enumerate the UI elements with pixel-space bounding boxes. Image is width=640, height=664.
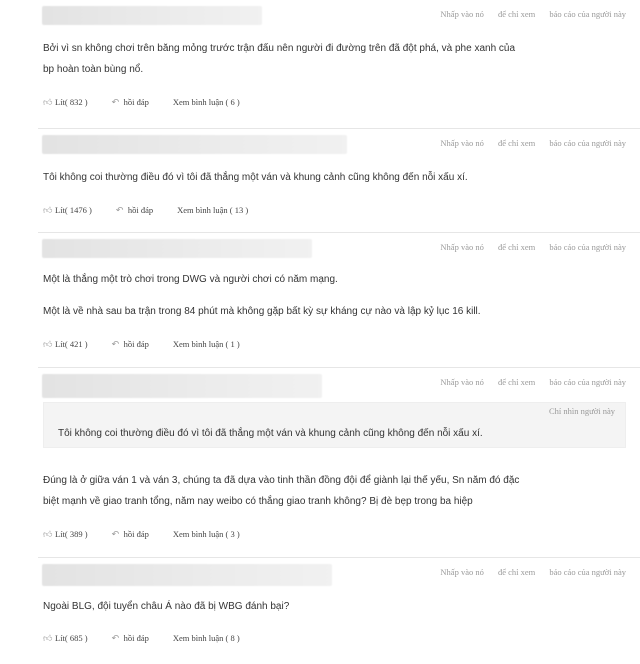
report-link[interactable]: báo cáo của người này — [549, 567, 626, 577]
reply-label: hồi đáp — [123, 339, 149, 349]
reply-button[interactable]: ↶ hồi đáp — [112, 339, 149, 349]
quote-text: Tôi không coi thường điều đó vì tôi đã t… — [58, 428, 483, 439]
reply-arrow-icon: ↶ — [111, 528, 120, 539]
comment-footer: 👍︎ Lít( 1476 ) ↶ hồi đáp Xem bình luận (… — [43, 205, 248, 215]
comment-text-line: Một là về nhà sau ba trận trong 84 phút … — [43, 306, 481, 317]
comment-text-line: Ngoài BLG, đội tuyển châu Á nào đã bị WB… — [43, 601, 290, 612]
view-comments-link[interactable]: Xem bình luận ( 6 ) — [173, 97, 240, 107]
like-button[interactable]: 👍︎ Lít( 421 ) — [43, 339, 88, 349]
click-link[interactable]: Nhấp vào nó — [440, 9, 483, 19]
comment-footer: 👍︎ Lít( 832 ) ↶ hồi đáp Xem bình luận ( … — [43, 97, 240, 107]
like-count: Lít( 832 ) — [55, 97, 88, 107]
click-link[interactable]: Nhấp vào nó — [440, 242, 483, 252]
reply-label: hồi đáp — [123, 97, 149, 107]
comment-actions: Nhấp vào nó để chỉ xem báo cáo của người… — [428, 567, 626, 577]
comment-actions: Nhấp vào nó để chỉ xem báo cáo của người… — [428, 9, 626, 19]
comment-text-line: Một là thắng một trò chơi trong DWG và n… — [43, 274, 338, 285]
like-button[interactable]: 👍︎ Lít( 1476 ) — [43, 205, 92, 215]
view-only-link[interactable]: để chỉ xem — [498, 138, 535, 148]
view-only-this-person-link[interactable]: Chỉ nhìn người này — [549, 406, 615, 416]
like-count: Lít( 389 ) — [55, 529, 88, 539]
thumb-up-icon: 👍︎ — [43, 96, 53, 107]
blurred-username — [42, 6, 262, 25]
thumb-up-icon: 👍︎ — [43, 528, 53, 539]
view-comments-link[interactable]: Xem bình luận ( 1 ) — [173, 339, 240, 349]
comment-item: Nhấp vào nó để chỉ xem báo cáo của người… — [38, 367, 640, 557]
blurred-username — [42, 239, 312, 258]
click-link[interactable]: Nhấp vào nó — [440, 377, 483, 387]
reply-button[interactable]: ↶ hồi đáp — [112, 633, 149, 643]
reply-label: hồi đáp — [123, 633, 149, 643]
report-link[interactable]: báo cáo của người này — [549, 242, 626, 252]
reply-label: hồi đáp — [127, 205, 154, 215]
like-button[interactable]: 👍︎ Lít( 832 ) — [43, 97, 88, 107]
view-only-link[interactable]: để chỉ xem — [498, 567, 535, 577]
reply-arrow-icon: ↶ — [115, 204, 124, 215]
reply-label: hồi đáp — [123, 529, 149, 539]
view-only-link[interactable]: để chỉ xem — [498, 9, 535, 19]
comment-actions: Nhấp vào nó để chỉ xem báo cáo của người… — [428, 377, 626, 387]
click-link[interactable]: Nhấp vào nó — [440, 567, 483, 577]
comment-item: Nhấp vào nó để chỉ xem báo cáo của người… — [38, 232, 640, 367]
reply-button[interactable]: ↶ hồi đáp — [116, 205, 153, 215]
like-count: Lít( 421 ) — [55, 339, 88, 349]
view-only-link[interactable]: để chỉ xem — [498, 242, 535, 252]
report-link[interactable]: báo cáo của người này — [549, 138, 626, 148]
reply-arrow-icon: ↶ — [111, 96, 120, 107]
reply-arrow-icon: ↶ — [111, 338, 120, 349]
comment-text-line: Bởi vì sn không chơi trên băng mỏng trướ… — [43, 43, 516, 54]
report-link[interactable]: báo cáo của người này — [549, 9, 626, 19]
view-comments-link[interactable]: Xem bình luận ( 3 ) — [173, 529, 240, 539]
view-comments-link[interactable]: Xem bình luận ( 8 ) — [173, 633, 240, 643]
comment-text-line: Tôi không coi thường điều đó vì tôi đã t… — [43, 172, 468, 183]
comment-footer: 👍︎ Lít( 685 ) ↶ hồi đáp Xem bình luận ( … — [43, 633, 240, 643]
blurred-username — [42, 135, 347, 154]
reply-arrow-icon: ↶ — [111, 632, 120, 643]
comment-actions: Nhấp vào nó để chỉ xem báo cáo của người… — [428, 242, 626, 252]
comment-text-line: Đúng là ở giữa ván 1 và ván 3, chúng ta … — [43, 475, 520, 486]
report-link[interactable]: báo cáo của người này — [549, 377, 626, 387]
like-button[interactable]: 👍︎ Lít( 389 ) — [43, 529, 88, 539]
comment-text-line: biệt mạnh về giao tranh tổng, năm nay we… — [43, 496, 473, 507]
view-comments-link[interactable]: Xem bình luận ( 13 ) — [177, 205, 248, 215]
blurred-username — [42, 564, 332, 586]
reply-button[interactable]: ↶ hồi đáp — [112, 529, 149, 539]
comment-footer: 👍︎ Lít( 389 ) ↶ hồi đáp Xem bình luận ( … — [43, 529, 240, 539]
click-link[interactable]: Nhấp vào nó — [440, 138, 483, 148]
view-only-link[interactable]: để chỉ xem — [498, 377, 535, 387]
comment-page: Nhấp vào nó để chỉ xem báo cáo của người… — [0, 0, 640, 664]
thumb-up-icon: 👍︎ — [43, 632, 53, 643]
like-button[interactable]: 👍︎ Lít( 685 ) — [43, 633, 88, 643]
blurred-username — [42, 374, 322, 398]
comment-item: Nhấp vào nó để chỉ xem báo cáo của người… — [38, 128, 640, 232]
comment-item: Nhấp vào nó để chỉ xem báo cáo của người… — [38, 0, 640, 128]
reply-button[interactable]: ↶ hồi đáp — [112, 97, 149, 107]
comment-text-line: bp hoàn toàn bùng nổ. — [43, 64, 144, 75]
like-count: Lít( 1476 ) — [55, 205, 92, 215]
like-count: Lít( 685 ) — [55, 633, 88, 643]
comment-footer: 👍︎ Lít( 421 ) ↶ hồi đáp Xem bình luận ( … — [43, 339, 240, 349]
thumb-up-icon: 👍︎ — [43, 338, 53, 349]
thumb-up-icon: 👍︎ — [43, 204, 53, 215]
comment-item: Nhấp vào nó để chỉ xem báo cáo của người… — [38, 557, 640, 664]
comment-actions: Nhấp vào nó để chỉ xem báo cáo của người… — [428, 138, 626, 148]
quoted-comment: Chỉ nhìn người này Tôi không coi thường … — [43, 402, 626, 448]
